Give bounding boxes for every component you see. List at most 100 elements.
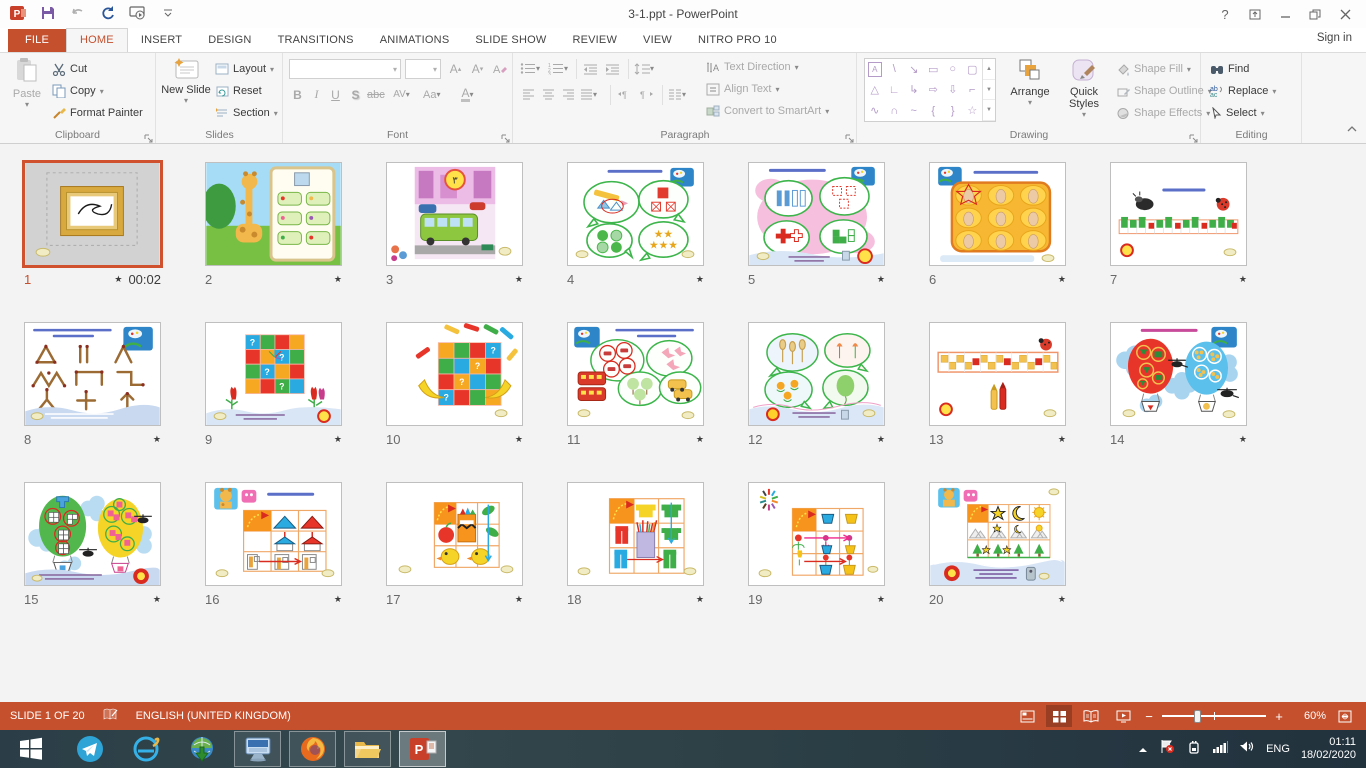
- tab-file[interactable]: FILE: [8, 29, 66, 52]
- slide-thumbnail-2[interactable]: [205, 162, 342, 266]
- increase-indent-button[interactable]: [604, 59, 621, 78]
- shapes-gallery-scrollbar[interactable]: ▲ ▼ ▼: [982, 59, 995, 121]
- shape-textbox[interactable]: A: [868, 62, 882, 77]
- slide-thumbnail-20[interactable]: [929, 482, 1066, 586]
- shape-fill-button[interactable]: Shape Fill▾: [1116, 59, 1191, 79]
- arrange-button[interactable]: Arrange ▾: [1004, 57, 1056, 127]
- strikethrough-button[interactable]: abc: [367, 85, 385, 104]
- tray-show-hidden-icon[interactable]: [1138, 740, 1148, 758]
- start-button[interactable]: [0, 730, 62, 768]
- shape-arrow[interactable]: ↘: [904, 59, 924, 80]
- font-size-combo[interactable]: ▾: [405, 59, 441, 79]
- shapes-gallery[interactable]: A \ ↘ ▭ ○ ▢ △ ∟ ↳ ⇨ ⇩ ⌐ ∿ ∩ ~ { }: [864, 58, 996, 122]
- section-button[interactable]: Section▾: [215, 103, 278, 123]
- taskbar-firefox-button[interactable]: [289, 731, 336, 767]
- clear-formatting-button[interactable]: A: [491, 59, 508, 78]
- align-right-button[interactable]: [560, 85, 577, 104]
- line-spacing-button[interactable]: ▾: [634, 59, 654, 78]
- scroll-up-icon[interactable]: ▲: [983, 59, 995, 80]
- slide-thumbnail-15[interactable]: [24, 482, 161, 586]
- slide-thumbnail-11[interactable]: [567, 322, 704, 426]
- slide-thumbnail-12[interactable]: [748, 322, 885, 426]
- tray-clock[interactable]: 01:11 18/02/2020: [1301, 736, 1356, 762]
- shape-corner[interactable]: ⌐: [963, 80, 983, 101]
- slide-thumbnail-17[interactable]: [386, 482, 523, 586]
- align-center-button[interactable]: [540, 85, 557, 104]
- taskbar-onscreen-keyboard-button[interactable]: [234, 731, 281, 767]
- scroll-down-icon[interactable]: ▼: [983, 80, 995, 101]
- clipboard-dialog-launcher[interactable]: [143, 130, 153, 140]
- slide-thumbnail-13[interactable]: [929, 322, 1066, 426]
- slide-thumbnail-4[interactable]: ★★ ★★★: [567, 162, 704, 266]
- quick-styles-button[interactable]: Quick Styles ▾: [1058, 57, 1110, 127]
- taskbar-internet-explorer-icon[interactable]: [118, 730, 174, 768]
- help-button[interactable]: ?: [1210, 2, 1240, 26]
- paste-dropdown[interactable]: ▾: [25, 100, 29, 109]
- shape-rounded-rectangle[interactable]: ▢: [963, 59, 983, 80]
- power-icon[interactable]: [1186, 740, 1201, 759]
- shape-elbow-arrow[interactable]: ↳: [904, 80, 924, 101]
- tray-language[interactable]: ENG: [1266, 743, 1290, 755]
- numbering-button[interactable]: 123▾: [548, 59, 568, 78]
- italic-button[interactable]: I: [308, 85, 325, 104]
- fit-slide-to-window-button[interactable]: [1332, 705, 1358, 727]
- close-button[interactable]: [1330, 2, 1360, 26]
- shape-left-brace[interactable]: {: [924, 100, 944, 121]
- text-direction-button[interactable]: A Text Direction▾: [706, 57, 799, 77]
- bold-button[interactable]: B: [289, 85, 306, 104]
- tab-view[interactable]: VIEW: [630, 29, 685, 52]
- slide-thumbnail-7[interactable]: [1110, 162, 1247, 266]
- language-indicator[interactable]: ENGLISH (UNITED KINGDOM): [136, 710, 291, 722]
- convert-to-smartart-button[interactable]: Convert to SmartArt▾: [706, 101, 829, 121]
- tab-review[interactable]: REVIEW: [559, 29, 630, 52]
- slide-thumbnail-9[interactable]: ????: [205, 322, 342, 426]
- sign-in-link[interactable]: Sign in: [1317, 32, 1352, 44]
- taskbar-idm-icon[interactable]: [174, 730, 230, 768]
- decrease-indent-button[interactable]: [582, 59, 599, 78]
- change-case-button[interactable]: Aa▾: [423, 85, 440, 104]
- bullets-button[interactable]: ▾: [520, 59, 540, 78]
- network-signal-icon[interactable]: [1212, 740, 1228, 758]
- paragraph-dialog-launcher[interactable]: [844, 130, 854, 140]
- new-slide-dropdown[interactable]: ▾: [184, 96, 188, 105]
- tab-nitro-pro[interactable]: NITRO PRO 10: [685, 29, 790, 52]
- slide-thumbnail-16[interactable]: [205, 482, 342, 586]
- taskbar-file-explorer-button[interactable]: [344, 731, 391, 767]
- drawing-dialog-launcher[interactable]: [1188, 130, 1198, 140]
- zoom-slider[interactable]: [1162, 709, 1266, 723]
- slide-thumbnail-10[interactable]: ????: [386, 322, 523, 426]
- slide-thumbnail-19[interactable]: [748, 482, 885, 586]
- replace-button[interactable]: abac Replace▾: [1210, 81, 1276, 101]
- find-button[interactable]: Find: [1210, 59, 1249, 79]
- slide-thumbnail-1[interactable]: [24, 162, 161, 266]
- shape-curve[interactable]: ∩: [885, 100, 905, 121]
- reset-button[interactable]: Reset: [215, 81, 262, 101]
- volume-icon[interactable]: [1239, 740, 1255, 758]
- cut-button[interactable]: Cut: [52, 59, 87, 79]
- slide-thumbnail-6[interactable]: [929, 162, 1066, 266]
- shape-oval[interactable]: ○: [943, 59, 963, 80]
- copy-button[interactable]: Copy ▾: [52, 81, 104, 101]
- underline-button[interactable]: U: [327, 85, 344, 104]
- character-spacing-button[interactable]: AV▾: [393, 85, 410, 104]
- slide-sorter-view-button[interactable]: [1046, 705, 1072, 727]
- font-name-combo[interactable]: ▾: [289, 59, 401, 79]
- layout-button[interactable]: Layout▾: [215, 59, 274, 79]
- align-left-button[interactable]: [520, 85, 537, 104]
- format-painter-button[interactable]: Format Painter: [52, 103, 143, 123]
- text-shadow-button[interactable]: S: [347, 85, 364, 104]
- shape-scribble[interactable]: ∿: [865, 100, 885, 121]
- tab-home[interactable]: HOME: [66, 28, 128, 52]
- taskbar-powerpoint-button[interactable]: P: [399, 731, 446, 767]
- slide-thumbnail-14[interactable]: [1110, 322, 1247, 426]
- select-button[interactable]: Select▾: [1210, 103, 1265, 123]
- copy-dropdown[interactable]: ▾: [100, 87, 104, 96]
- shape-line[interactable]: \: [885, 59, 905, 80]
- gallery-more-icon[interactable]: ▼: [983, 100, 995, 121]
- slide-thumbnail-18[interactable]: [567, 482, 704, 586]
- shape-elbow[interactable]: ∟: [885, 80, 905, 101]
- zoom-slider-thumb[interactable]: [1194, 710, 1201, 723]
- shrink-font-button[interactable]: A▾: [469, 59, 486, 78]
- justify-button[interactable]: ▾: [580, 85, 597, 104]
- collapse-ribbon-button[interactable]: [1346, 120, 1358, 138]
